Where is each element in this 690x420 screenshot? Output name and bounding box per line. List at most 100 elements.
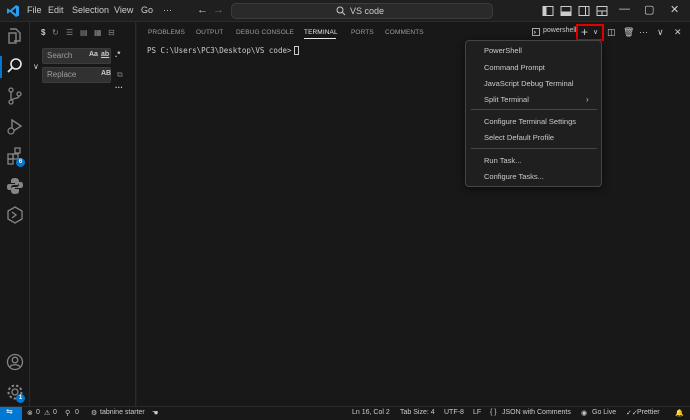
tab-debug-console[interactable]: DEBUG CONSOLE (236, 29, 294, 36)
active-tab-underline (304, 38, 336, 39)
match-whole-word-toggle[interactable]: ab (101, 51, 109, 58)
tab-ports[interactable]: PORTS (351, 29, 374, 36)
close-button[interactable]: ✕ (670, 3, 679, 16)
submenu-arrow-icon: › (586, 95, 589, 104)
active-indicator (0, 56, 2, 78)
menu-file[interactable]: File (27, 5, 42, 15)
accounts-icon[interactable] (5, 352, 25, 372)
search-view-icon[interactable] (5, 56, 25, 76)
clear-results-icon[interactable]: ☰ (66, 28, 73, 37)
search-placeholder: Search (47, 51, 73, 60)
replace-input[interactable]: Replace AB (42, 67, 111, 83)
replace-all-icon[interactable]: ⧉ (117, 70, 123, 80)
toggle-replace-chevron-icon[interactable]: ∨ (33, 62, 39, 71)
errors-icon[interactable]: ⊗ (27, 409, 33, 417)
customize-layout-icon[interactable] (596, 5, 608, 17)
prettier[interactable]: Prettier (637, 409, 660, 416)
terminal-prompt-line[interactable]: PS C:\Users\PC3\Desktop\VS code> (147, 46, 299, 55)
warnings-icon[interactable]: ⚠ (44, 409, 50, 417)
menu-item-powershell[interactable]: PowerShell (484, 46, 522, 55)
tabnine-icon[interactable]: ⚙ (91, 409, 97, 417)
cursor-position[interactable]: Ln 16, Col 2 (352, 409, 390, 416)
new-search-editor-icon[interactable]: ▤ (80, 28, 88, 37)
close-panel-icon[interactable]: ✕ (674, 27, 682, 38)
menu-item-js-debug-terminal[interactable]: JavaScript Debug Terminal (484, 79, 574, 88)
toggle-search-details-icon[interactable]: ··· (115, 83, 123, 92)
tab-comments[interactable]: COMMENTS (385, 29, 424, 36)
menu-go[interactable]: Go (141, 5, 153, 15)
prettier-check-icon: ✓✓ (626, 410, 638, 417)
explorer-icon[interactable] (5, 26, 25, 46)
menu-separator (471, 109, 597, 110)
forward-arrow-icon[interactable]: → (213, 4, 224, 16)
encoding[interactable]: UTF-8 (444, 409, 464, 416)
title-bar: File Edit Selection View Go ··· ← → VS c… (0, 0, 690, 22)
command-center-text: VS code (350, 6, 385, 16)
refresh-icon[interactable]: ↻ (52, 28, 59, 37)
remote-explorer-icon[interactable] (5, 205, 25, 225)
settings-gear-icon[interactable]: 1 (5, 382, 25, 403)
tab-size[interactable]: Tab Size: 4 (400, 409, 435, 416)
end-of-line[interactable]: LF (473, 409, 481, 416)
menu-item-configure-tasks[interactable]: Configure Tasks... (484, 172, 544, 181)
toggle-secondary-sidebar-icon[interactable] (578, 5, 590, 17)
command-center[interactable]: VS code (231, 3, 493, 19)
new-terminal-highlight: + ∨ (576, 24, 604, 41)
menu-item-select-default-profile[interactable]: Select Default Profile (484, 133, 554, 142)
extensions-badge: 6 (16, 158, 25, 167)
maximize-panel-chevron-icon[interactable]: ∨ (657, 27, 664, 38)
new-terminal-plus-icon[interactable]: + (581, 25, 588, 39)
replace-placeholder: Replace (47, 70, 77, 79)
terminal-prompt: PS C:\Users\PC3\Desktop\VS code> (147, 46, 292, 55)
toggle-primary-sidebar-icon[interactable] (542, 5, 554, 17)
tab-terminal[interactable]: TERMINAL (304, 29, 338, 36)
menu-item-run-task[interactable]: Run Task... (484, 156, 521, 165)
maximize-button[interactable]: ▢ (644, 3, 654, 16)
menu-view[interactable]: View (114, 5, 133, 15)
notifications-bell-icon[interactable]: 🔔 (675, 409, 684, 417)
warnings-count[interactable]: 0 (53, 409, 57, 416)
ports-count[interactable]: 0 (75, 409, 79, 416)
view-as-tree-icon[interactable]: ▦ (94, 28, 102, 37)
run-debug-icon[interactable] (5, 116, 25, 136)
search-icon (336, 6, 346, 16)
back-arrow-icon[interactable]: ← (197, 4, 208, 16)
minimize-button[interactable]: — (619, 3, 630, 15)
extensions-icon[interactable]: 6 (5, 146, 25, 167)
more-actions-icon[interactable]: ··· (639, 27, 648, 37)
status-bar: ⇋ ⊗ 0 ⚠ 0 ⚲ 0 ⚙ tabnine starter ☚ Ln 16,… (0, 406, 690, 420)
source-control-icon[interactable] (5, 86, 25, 106)
launch-profile-chevron-icon[interactable]: ∨ (593, 28, 598, 36)
search-input[interactable]: Search Aa ab (42, 48, 111, 64)
ports-icon[interactable]: ⚲ (65, 409, 70, 417)
regex-toggle[interactable]: .* (115, 50, 120, 59)
toggle-panel-icon[interactable] (560, 5, 572, 17)
tab-problems[interactable]: PROBLEMS (148, 29, 185, 36)
terminal-name[interactable]: powershell (543, 27, 576, 34)
collapse-all-icon[interactable]: ⊟ (108, 28, 115, 37)
python-icon[interactable] (5, 176, 25, 196)
language-mode[interactable]: JSON with Comments (502, 409, 571, 416)
preserve-case-toggle[interactable]: AB (101, 70, 111, 77)
remote-indicator[interactable]: ⇋ (0, 407, 22, 420)
terminal-panel: PROBLEMS OUTPUT DEBUG CONSOLE TERMINAL P… (137, 22, 690, 406)
go-live[interactable]: Go Live (592, 409, 616, 416)
kill-terminal-trash-icon[interactable]: 🗑 (623, 27, 634, 38)
menu-item-configure-terminal-settings[interactable]: Configure Terminal Settings (484, 117, 576, 126)
match-case-toggle[interactable]: Aa (89, 51, 98, 58)
terminal-icon (532, 28, 540, 36)
tabnine-hand-icon: ☚ (152, 410, 159, 417)
menu-item-split-terminal[interactable]: Split Terminal (484, 95, 529, 104)
errors-count[interactable]: 0 (36, 409, 40, 416)
tabnine-status[interactable]: tabnine starter (100, 409, 145, 416)
tab-output[interactable]: OUTPUT (196, 29, 223, 36)
accounts-badge: 1 (16, 394, 25, 403)
activity-bar: 6 1 (0, 22, 30, 406)
search-sidebar: $ ↻ ☰ ▤ ▦ ⊟ ∨ Search Aa ab .* Replace AB… (30, 22, 136, 406)
split-terminal-icon[interactable]: ◫ (607, 27, 616, 38)
remote-icon: ⇋ (6, 407, 13, 416)
menu-item-command-prompt[interactable]: Command Prompt (484, 63, 545, 72)
menu-edit[interactable]: Edit (48, 5, 64, 15)
menu-more[interactable]: ··· (163, 5, 172, 15)
menu-selection[interactable]: Selection (72, 5, 109, 15)
